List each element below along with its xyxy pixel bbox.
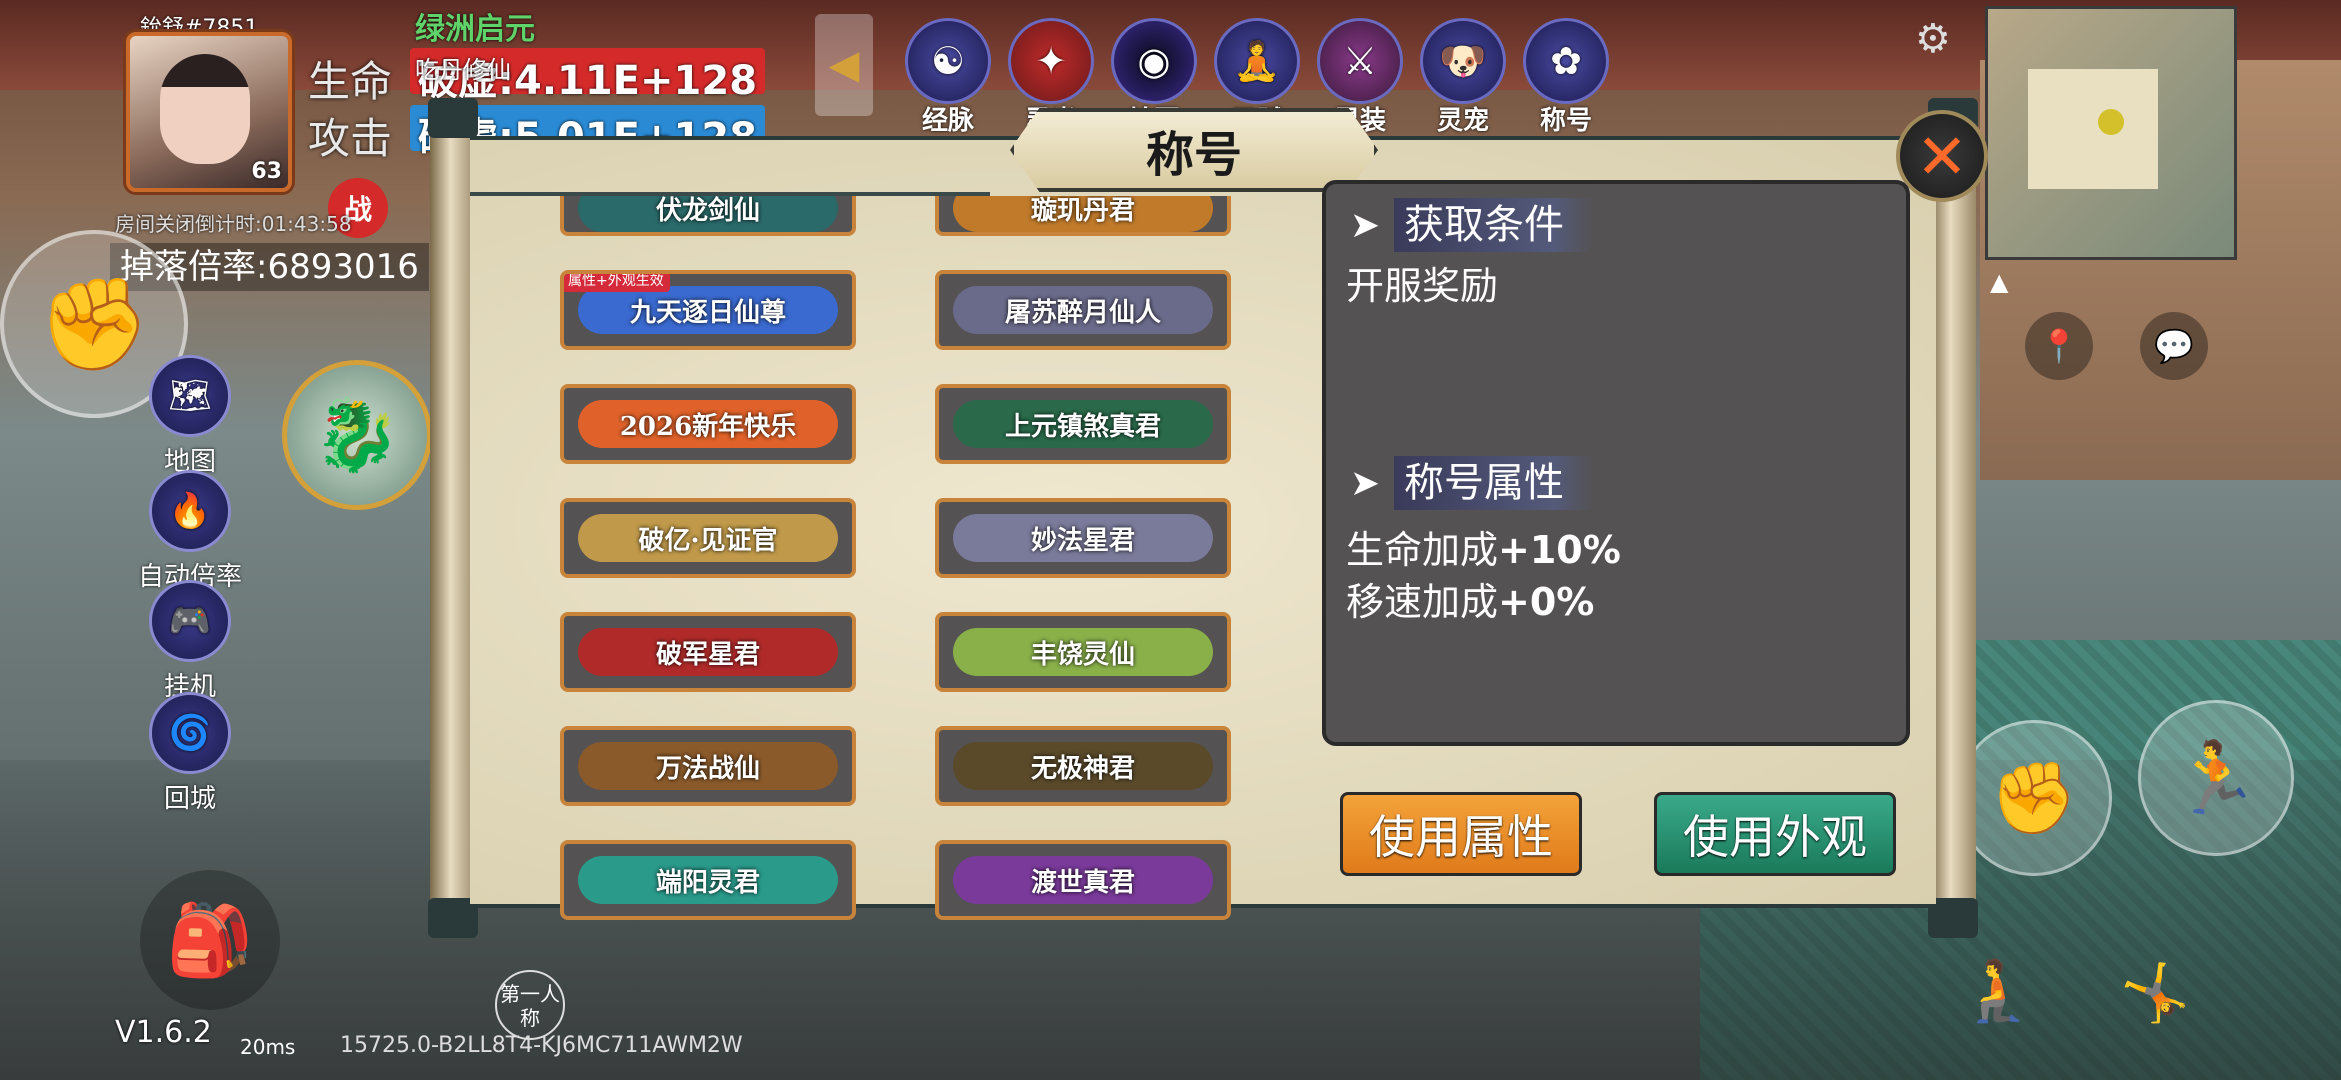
title-banner: 破亿·见证官 [578,514,838,562]
attr-header: ➤ 称号属性 [1336,456,1594,510]
minimap-area [2028,69,2158,189]
attr-line-hp: 生命加成+10% [1346,524,1621,576]
fist-action-button[interactable]: ✊ [1956,720,2112,876]
fire-icon: 🔥 [149,470,231,552]
fist-icon: ✊ [37,271,151,377]
bag-button[interactable]: 🎒 [140,870,280,1010]
sidebar-item-return-town[interactable]: 🌀 回城 [145,692,235,815]
arrow-right-icon: ➤ [1349,204,1381,246]
title-item[interactable]: 上元镇煞真君 [935,384,1231,464]
status-tag: 吃丹修仙 [415,56,511,84]
title-item[interactable]: 渡世真君 [935,840,1231,920]
attr-name: 移速加成 [1346,580,1499,624]
dragon-icon: 🐉 [313,393,401,476]
talent-icon: 🧘 [1214,18,1300,104]
chat-button[interactable]: 💬 [2140,312,2208,380]
minimap[interactable] [1985,6,2237,260]
title-banner: 屠苏醉月仙人 [953,286,1213,334]
title-item[interactable]: 端阳灵君 [560,840,856,920]
version-label: V1.6.2 [115,1015,212,1050]
atk-label: 攻击 [308,114,393,163]
room-id: 15725.0-B2LL8T4-KJ6MC711AWM2W [340,1033,743,1058]
title-banner: 九天逐日仙尊 [578,286,838,334]
guild-name: 绿洲启元 [415,12,535,47]
title-item[interactable]: 无极神君 [935,726,1231,806]
attr-value: +0% [1498,580,1595,624]
panel-title: 称号 [1010,108,1378,192]
menu-collapse-button[interactable]: ◀ [815,14,873,116]
reincarnation-icon: ◉ [1111,18,1197,104]
title-banner: 妙法星君 [953,514,1213,562]
gear-icon[interactable]: ⚙ [1915,16,1951,62]
title-banner: 伏龙剑仙 [578,196,838,232]
title-banner: 无极神君 [953,742,1213,790]
title-item[interactable]: 破军星君 [560,612,856,692]
sidebar-item-auto-rate[interactable]: 🔥 自动倍率 [130,470,250,593]
attr-line-speed: 移速加成+0% [1346,576,1594,628]
title-banner: 璇玑丹君 [953,196,1213,232]
player-level: 63 [251,159,282,184]
avatar[interactable]: 63 [126,32,292,192]
location-pin-icon: 📍 [2039,327,2079,365]
title-item[interactable]: 2026新年快乐 [560,384,856,464]
acquire-header: ➤ 获取条件 [1336,198,1594,252]
avatar-portrait [160,54,250,164]
jump-icon: 🏃 [2172,736,2260,819]
hp-label: 生命 [308,57,393,106]
attr-value: +10% [1498,528,1621,572]
title-icon: ✿ [1523,18,1609,104]
meridian-icon: ☯ [905,18,991,104]
pet-portrait[interactable]: 🐉 [282,360,432,510]
equipment-icon: ⚔ [1317,18,1403,104]
sidebar-item-map[interactable]: 🗺 地图 [145,355,235,478]
effective-tag: 属性+外观生效 [564,274,670,292]
attr-label: 称号属性 [1394,456,1594,510]
location-button[interactable]: 📍 [2025,312,2093,380]
map-icon: 🗺 [149,355,231,437]
title-item[interactable]: 丰饶灵仙 [935,612,1231,692]
minimap-marker-icon [2098,109,2124,135]
scroll-rod-right [1928,98,1978,938]
attr-name: 生命加成 [1346,528,1499,572]
use-appearance-button[interactable]: 使用外观 [1654,792,1896,876]
title-item[interactable]: 璇玑丹君 [935,196,1231,236]
title-item[interactable]: 妙法星君 [935,498,1231,578]
use-attribute-button[interactable]: 使用属性 [1340,792,1582,876]
title-item[interactable]: 伏龙剑仙 [560,196,856,236]
chat-icon: 💬 [2154,327,2194,365]
warning-icon: ▲ [1990,268,2009,296]
acquire-label: 获取条件 [1394,198,1594,252]
sidebar-item-idle[interactable]: 🎮 挂机 [145,580,235,703]
title-banner: 丰饶灵仙 [953,628,1213,676]
title-item[interactable]: 屠苏醉月仙人 [935,270,1231,350]
ping-label: 20ms [240,1035,296,1059]
room-countdown: 房间关闭倒计时:01:43:58 [115,212,352,236]
gamepad-icon: 🎮 [149,580,231,662]
title-banner: 上元镇煞真君 [953,400,1213,448]
portal-icon: 🌀 [149,692,231,774]
acquire-text: 开服奖励 [1346,264,1499,308]
pet-icon: 🐶 [1420,18,1506,104]
chevron-left-icon: ◀ [828,42,860,88]
title-banner: 端阳灵君 [578,856,838,904]
title-banner: 2026新年快乐 [578,400,838,448]
spirit-light-icon: ✦ [1008,18,1094,104]
close-button[interactable]: ✕ [1896,110,1988,202]
first-person-toggle[interactable]: 第一人称 [495,970,565,1040]
title-info-panel: ➤ 获取条件 开服奖励 ➤ 称号属性 生命加成+10% 移速加成+0% [1322,180,1910,746]
title-item[interactable]: 九天逐日仙尊 属性+外观生效 [560,270,856,350]
title-item[interactable]: 万法战仙 [560,726,856,806]
crouch-icon[interactable]: 🧎 [1960,955,2035,1026]
arrow-right-icon: ➤ [1349,462,1381,504]
sidebar-item-label: 回城 [163,784,216,814]
jump-button[interactable]: 🏃 [2138,700,2294,856]
title-banner: 万法战仙 [578,742,838,790]
title-banner: 破军星君 [578,628,838,676]
fist-icon: ✊ [1990,756,2078,839]
bag-icon: 🎒 [166,898,254,981]
title-banner: 渡世真君 [953,856,1213,904]
title-item[interactable]: 破亿·见证官 [560,498,856,578]
prone-icon[interactable]: 🤸 [2120,960,2190,1026]
